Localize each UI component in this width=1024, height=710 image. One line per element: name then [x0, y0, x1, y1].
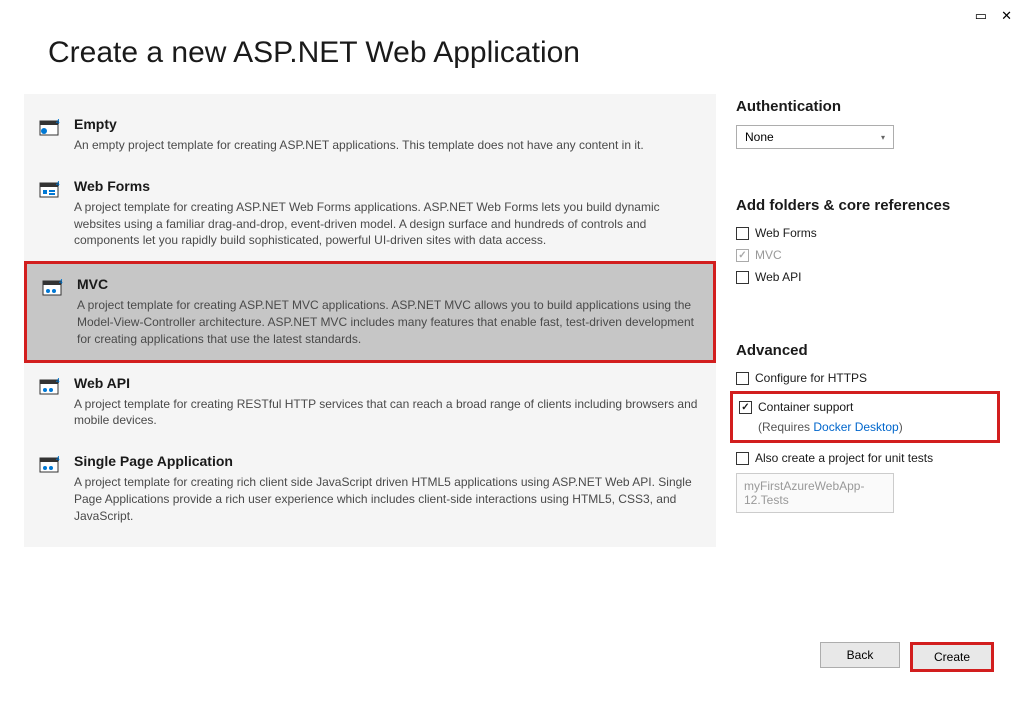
folders-heading: Add folders & core references: [736, 197, 996, 214]
checkbox-icon: [736, 227, 749, 240]
template-icon: 4: [38, 377, 62, 401]
page-title: Create a new ASP.NET Web Application: [0, 0, 1024, 94]
checkbox-icon: [736, 452, 749, 465]
template-title: Single Page Application: [74, 453, 702, 469]
checkbox-label: Web Forms: [755, 226, 817, 240]
template-icon: 4: [41, 278, 65, 302]
svg-text:4: 4: [56, 378, 60, 385]
chevron-down-icon: ▾: [881, 133, 885, 142]
checkbox-label: Web API: [755, 270, 801, 284]
template-icon: 4: [38, 118, 62, 142]
checkbox-mvc: MVC: [736, 246, 996, 264]
template-desc: An empty project template for creating A…: [74, 137, 702, 154]
template-desc: A project template for creating RESTful …: [74, 396, 702, 430]
checkbox-label: Configure for HTTPS: [755, 371, 867, 385]
template-title: Web Forms: [74, 178, 702, 194]
checkbox-label: Also create a project for unit tests: [755, 451, 933, 465]
template-webforms[interactable]: 4 Web Forms A project template for creat…: [24, 166, 716, 261]
checkbox-webforms[interactable]: Web Forms: [736, 224, 996, 242]
checkbox-icon: [736, 249, 749, 262]
auth-value: None: [745, 130, 774, 144]
maximize-icon[interactable]: ▭: [975, 8, 987, 24]
template-title: MVC: [77, 276, 699, 292]
advanced-heading: Advanced: [736, 342, 996, 359]
container-support-highlight: Container support (Requires Docker Deskt…: [730, 391, 1000, 443]
close-icon[interactable]: ✕: [1001, 8, 1012, 24]
template-empty[interactable]: 4 Empty An empty project template for cr…: [24, 104, 716, 166]
template-desc: A project template for creating ASP.NET …: [77, 297, 699, 347]
checkbox-icon: [736, 372, 749, 385]
auth-dropdown[interactable]: None ▾: [736, 125, 894, 149]
template-list: 4 Empty An empty project template for cr…: [24, 94, 716, 547]
checkbox-label: MVC: [755, 248, 782, 262]
template-webapi[interactable]: 4 Web API A project template for creatin…: [24, 363, 716, 442]
auth-heading: Authentication: [736, 98, 996, 115]
template-mvc[interactable]: 4 MVC A project template for creating AS…: [24, 261, 716, 362]
template-icon: 4: [38, 180, 62, 204]
svg-text:4: 4: [59, 279, 63, 286]
template-icon: 4: [38, 455, 62, 479]
template-desc: A project template for creating rich cli…: [74, 474, 702, 524]
checkbox-unittests[interactable]: Also create a project for unit tests: [736, 449, 996, 467]
container-requires-text: (Requires Docker Desktop): [758, 420, 991, 434]
template-spa[interactable]: 4 Single Page Application A project temp…: [24, 441, 716, 536]
create-button[interactable]: Create: [910, 642, 994, 672]
checkbox-icon: [736, 271, 749, 284]
checkbox-icon: [739, 401, 752, 414]
checkbox-container[interactable]: Container support: [739, 398, 991, 416]
docker-desktop-link[interactable]: Docker Desktop: [813, 420, 898, 434]
back-button[interactable]: Back: [820, 642, 900, 668]
svg-text:4: 4: [56, 181, 60, 188]
checkbox-https[interactable]: Configure for HTTPS: [736, 369, 996, 387]
options-panel: Authentication None ▾ Add folders & core…: [736, 94, 996, 547]
checkbox-webapi[interactable]: Web API: [736, 268, 996, 286]
svg-text:4: 4: [56, 119, 60, 126]
svg-text:4: 4: [56, 456, 60, 463]
test-project-name-input[interactable]: myFirstAzureWebApp-12.Tests: [736, 473, 894, 513]
template-desc: A project template for creating ASP.NET …: [74, 199, 702, 249]
template-title: Empty: [74, 116, 702, 132]
template-title: Web API: [74, 375, 702, 391]
checkbox-label: Container support: [758, 400, 853, 414]
